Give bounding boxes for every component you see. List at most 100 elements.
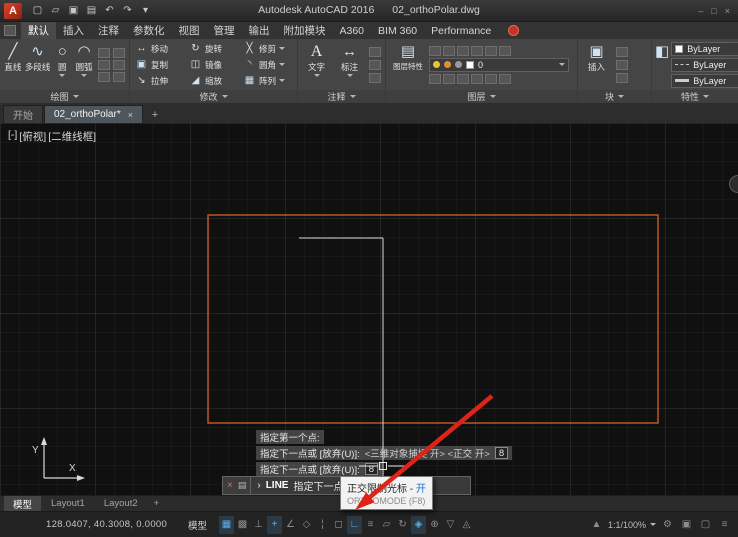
lineweight-dropdown[interactable]: ByLayer	[671, 73, 738, 88]
model-tab[interactable]: 模型	[4, 495, 42, 512]
file-tab-close-icon[interactable]: ×	[128, 110, 133, 120]
transparency-toggle[interactable]: ▱	[379, 516, 394, 534]
command-menu-icon[interactable]: ▤	[238, 480, 247, 491]
table-icon[interactable]	[369, 59, 381, 70]
dynamic-ucs-toggle[interactable]: ⊕	[427, 516, 442, 534]
rotate-button[interactable]: ↻ 旋转	[187, 41, 241, 56]
ribbon-tab-addins[interactable]: 附加模块	[277, 22, 333, 39]
layer-lock-icon[interactable]	[471, 45, 483, 56]
panel-annotate-footer[interactable]: 注释	[298, 90, 385, 103]
layer-off-icon[interactable]	[429, 45, 441, 56]
selection-filter-toggle[interactable]: ▽	[443, 516, 458, 534]
plot-icon[interactable]: ▤	[84, 3, 99, 18]
ribbon-tab-home[interactable]: 默认	[21, 22, 56, 39]
clean-screen-icon[interactable]: ▢	[698, 516, 713, 534]
insert-block-button[interactable]: ▣ 插入	[581, 41, 612, 88]
undo-icon[interactable]: ↶	[102, 3, 117, 18]
new-file-icon[interactable]: ▢	[30, 3, 45, 18]
ribbon-tab-a360[interactable]: A360	[333, 22, 372, 39]
panel-layers-footer[interactable]: 图层	[386, 90, 577, 103]
file-tab-start[interactable]: 开始	[3, 105, 43, 123]
ribbon-tab-parametric[interactable]: 参数化	[126, 22, 172, 39]
customize-icon[interactable]: ≡	[717, 516, 732, 534]
annotation-monitor-icon[interactable]: ▣	[679, 516, 694, 534]
ribbon-tab-manage[interactable]: 管理	[207, 22, 242, 39]
qat-dropdown-icon[interactable]: ▾	[138, 3, 153, 18]
block-edit-icon[interactable]	[616, 46, 628, 57]
fillet-button[interactable]: ◝ 圆角	[241, 57, 295, 72]
grid-toggle[interactable]: ▦	[219, 515, 235, 534]
file-tab-document[interactable]: 02_orthoPolar* ×	[44, 105, 143, 123]
panel-draw-footer[interactable]: 绘图	[0, 90, 129, 103]
layer-previous-icon[interactable]	[457, 73, 469, 84]
ribbon-tab-view[interactable]: 视图	[172, 22, 207, 39]
snap-toggle[interactable]: ▩	[235, 516, 250, 534]
drawn-rectangle[interactable]	[207, 214, 659, 424]
osnap-3d-toggle[interactable]: ◈	[411, 515, 427, 534]
layer-properties-button[interactable]: ▤ 图层特性	[389, 41, 427, 88]
layer-dropdown[interactable]: 0	[429, 57, 569, 72]
layer-merge-icon[interactable]	[471, 73, 483, 84]
copy-button[interactable]: ▣ 复制	[133, 57, 187, 72]
ribbon-tab-annotate[interactable]: 注释	[91, 22, 126, 39]
save-icon[interactable]: ▣	[66, 3, 81, 18]
move-button[interactable]: ↔ 移动	[133, 41, 187, 56]
block-attr-icon[interactable]	[616, 59, 628, 70]
layer-freeze-icon[interactable]	[457, 45, 469, 56]
lineweight-toggle[interactable]: ≡	[363, 516, 378, 534]
panel-block-footer[interactable]: 块	[578, 90, 651, 103]
layer-fade-icon[interactable]	[499, 73, 511, 84]
annotation-scale-value[interactable]: 1:1/100%	[608, 520, 646, 530]
point-icon[interactable]	[113, 71, 125, 82]
viewport-menu-control[interactable]: [-]	[8, 129, 17, 144]
drawing-canvas[interactable]: [-] [俯视] [二维线框] Y X 指定第一个点: 指定下一点或 [放弃(U…	[0, 123, 738, 495]
maximize-button[interactable]: □	[711, 6, 716, 16]
layer-match-icon[interactable]	[485, 45, 497, 56]
gizmo-toggle[interactable]: ◬	[459, 516, 474, 534]
text-tool-button[interactable]: A 文字	[301, 41, 332, 88]
polar-tracking-toggle[interactable]: ∠	[283, 516, 298, 534]
panel-modify-footer[interactable]: 修改	[130, 90, 297, 103]
app-logo[interactable]: A	[4, 2, 22, 19]
model-space-badge[interactable]: 模型	[188, 518, 207, 532]
rectangle-icon[interactable]	[98, 47, 110, 58]
new-layout-button[interactable]: +	[148, 498, 166, 509]
red-dot-icon[interactable]	[508, 25, 520, 36]
ribbon-tab-insert[interactable]: 插入	[56, 22, 91, 39]
hatch-icon[interactable]	[98, 59, 110, 70]
spline-icon[interactable]	[113, 59, 125, 70]
arc-tool-button[interactable]: ◠ 圆弧	[74, 41, 94, 88]
dimension-tool-button[interactable]: ↔ 标注	[334, 41, 365, 88]
panel-properties-footer[interactable]: 特性	[652, 90, 738, 103]
ribbon-tab-bim360[interactable]: BIM 360	[371, 22, 424, 39]
close-button[interactable]: ×	[725, 6, 730, 16]
object-snap-tracking-toggle[interactable]: ¦	[315, 516, 330, 534]
ribbon-tab-performance[interactable]: Performance	[424, 22, 498, 39]
open-folder-icon[interactable]: ▱	[48, 3, 63, 18]
layer-delete-icon[interactable]	[485, 73, 497, 84]
minimize-button[interactable]: –	[698, 6, 703, 16]
block-define-icon[interactable]	[616, 72, 628, 83]
linetype-dropdown[interactable]: ByLayer	[671, 57, 738, 72]
leader-icon[interactable]	[369, 46, 381, 57]
mirror-button[interactable]: ◫ 镜像	[187, 57, 241, 72]
dynamic-input-toggle[interactable]: +	[267, 515, 283, 534]
array-button[interactable]: ▦ 阵列	[241, 73, 295, 88]
ellipse-icon[interactable]	[113, 47, 125, 58]
infer-constraints-toggle[interactable]: ⊥	[251, 516, 266, 534]
visual-style-control[interactable]: [二维线框]	[48, 129, 96, 144]
scale-button[interactable]: ◢ 缩放	[187, 73, 241, 88]
circle-tool-button[interactable]: ○ 圆	[52, 41, 72, 88]
layout1-tab[interactable]: Layout1	[42, 496, 94, 512]
ortho-toggle[interactable]: ∟	[347, 515, 363, 534]
workspace-icon[interactable]	[4, 25, 16, 36]
view-control[interactable]: [俯视]	[19, 129, 46, 144]
dim-style-icon[interactable]	[369, 72, 381, 83]
trim-button[interactable]: ╳ 修剪	[241, 41, 295, 56]
layer-walk-icon[interactable]	[429, 73, 441, 84]
isometric-toggle[interactable]: ◇	[299, 516, 314, 534]
polyline-tool-button[interactable]: ∿ 多段线	[25, 41, 51, 88]
stretch-button[interactable]: ↘ 拉伸	[133, 73, 187, 88]
ribbon-tab-output[interactable]: 输出	[242, 22, 277, 39]
annotation-visibility-icon[interactable]: ▲	[589, 516, 604, 534]
